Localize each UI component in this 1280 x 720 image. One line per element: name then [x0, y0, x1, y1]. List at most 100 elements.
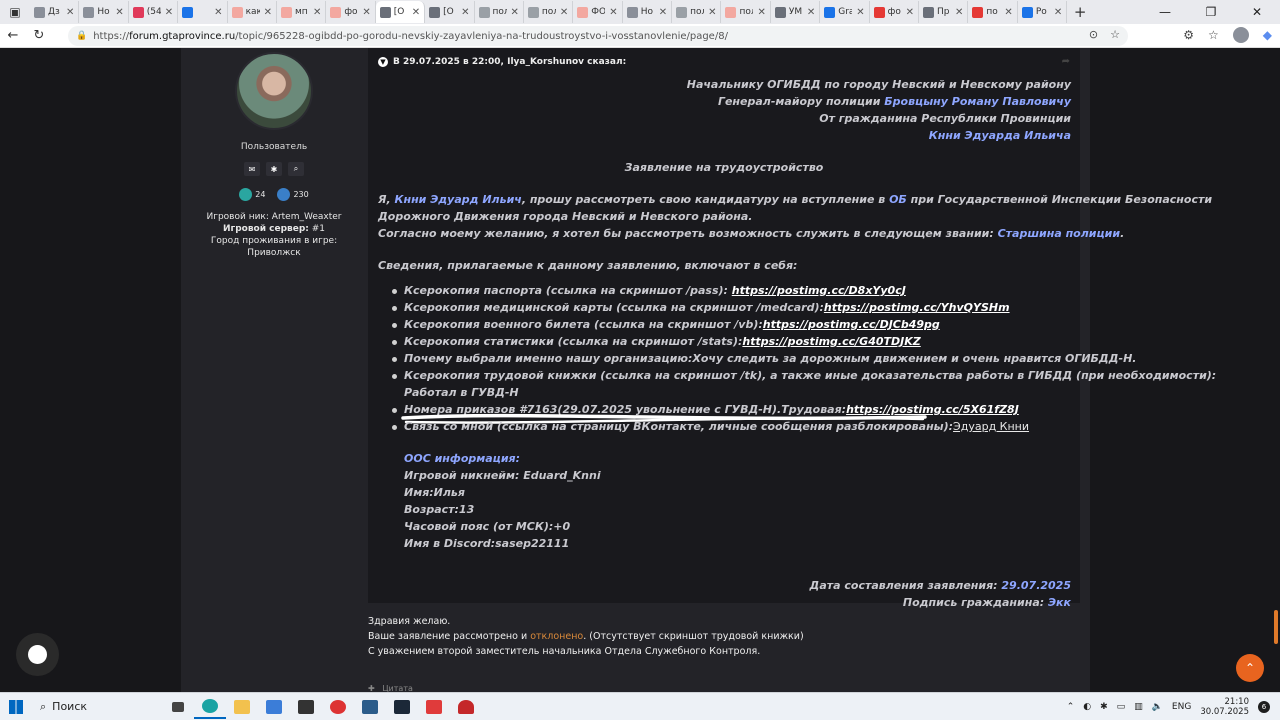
scrollbar-thumb[interactable]	[1274, 610, 1278, 644]
contact-link[interactable]: Эдуард Кнни	[953, 420, 1029, 433]
tab-close-icon[interactable]: ✕	[264, 7, 272, 18]
tab-close-icon[interactable]: ✕	[214, 7, 222, 18]
tab-close-icon[interactable]: ✕	[708, 7, 716, 18]
browser-tab[interactable]: пол ✕	[524, 1, 574, 23]
avatar[interactable]	[235, 52, 313, 130]
tab-close-icon[interactable]: ✕	[412, 7, 420, 18]
tab-close-icon[interactable]: ✕	[609, 7, 617, 18]
search-icon[interactable]: ⌕	[288, 162, 304, 176]
tab-close-icon[interactable]: ✕	[1004, 7, 1012, 18]
browser-tab[interactable]: Но ✕	[623, 1, 673, 23]
tab-close-icon[interactable]: ✕	[362, 7, 370, 18]
quote-button[interactable]: ✚ Цитата	[368, 684, 413, 692]
browser-tab[interactable]: по ✕	[968, 1, 1018, 23]
browser-tab[interactable]: Дз ✕	[30, 1, 80, 23]
back-icon[interactable]: ←	[0, 28, 26, 43]
tab-close-icon[interactable]: ✕	[757, 7, 765, 18]
tab-title: пол	[690, 7, 704, 17]
battery-icon[interactable]: ▭	[1117, 702, 1126, 712]
profile-avatar[interactable]	[1232, 27, 1249, 43]
doc-item-link[interactable]: https://postimg.cc/G40TDJKZ	[742, 335, 920, 348]
chevron-up-icon[interactable]: ⌃	[1067, 702, 1075, 712]
volume-icon[interactable]: 🔈	[1152, 702, 1163, 712]
tab-close-icon[interactable]: ✕	[115, 7, 123, 18]
address-bar[interactable]: 🔒 https://forum.gtaprovince.ru/topic/965…	[68, 26, 1128, 46]
tab-close-icon[interactable]: ✕	[66, 7, 74, 18]
chat-icon	[28, 645, 47, 664]
browser-tab[interactable]: фо ✕	[870, 1, 920, 23]
notification-badge[interactable]: 6	[1258, 701, 1270, 713]
browser-tab[interactable]: Пр ✕	[919, 1, 969, 23]
quote-header: ▼ В 29.07.2025 в 22:00, Ilya_Korshunov с…	[378, 57, 626, 67]
task-view-icon[interactable]	[162, 695, 194, 719]
store-icon[interactable]	[258, 695, 290, 719]
new-tab-button[interactable]: +	[1067, 3, 1093, 21]
tab-close-icon[interactable]: ✕	[461, 7, 469, 18]
browser-tab[interactable]: Ро ✕	[1018, 1, 1068, 23]
reader-icon[interactable]: ⊙	[1089, 28, 1098, 41]
extensions-icon[interactable]: ⚙	[1183, 28, 1194, 42]
browser-tab[interactable]: как ✕	[228, 1, 277, 23]
tab-actions-icon[interactable]: ▣	[0, 0, 30, 24]
minimize-icon[interactable]: —	[1142, 0, 1188, 24]
app-icon[interactable]	[354, 695, 386, 719]
start-button[interactable]	[0, 699, 32, 714]
browser-tab[interactable]: ФО ✕	[573, 1, 623, 23]
clock[interactable]: 21:10 30.07.2025	[1200, 697, 1249, 717]
browser-tab[interactable]: УМ ✕	[771, 1, 821, 23]
favorite-star-icon[interactable]: ☆	[1110, 28, 1120, 41]
copilot-icon[interactable]: ◆	[1263, 28, 1272, 42]
reload-icon[interactable]: ↻	[26, 28, 52, 43]
edge-icon[interactable]	[194, 695, 226, 719]
server-value: #1	[311, 224, 326, 234]
maximize-icon[interactable]: ❐	[1188, 0, 1234, 24]
browser-tab[interactable]: [О ✕	[375, 1, 426, 23]
browser-tab[interactable]: пол ✕	[672, 1, 722, 23]
tray-app-icon[interactable]: ◐	[1083, 702, 1091, 712]
game-launcher-icon[interactable]	[450, 695, 482, 719]
bluetooth-icon[interactable]: ✱	[1100, 702, 1108, 712]
message-icon[interactable]: ✉	[244, 162, 260, 176]
tab-close-icon[interactable]: ✕	[511, 7, 519, 18]
mail-icon[interactable]	[290, 695, 322, 719]
doc-item-link[interactable]: https://postimg.cc/YhvQYSHm	[824, 301, 1010, 314]
doc-item-link[interactable]: https://postimg.cc/D8xYy0cJ	[732, 284, 906, 297]
settings-icon[interactable]: ✱	[266, 162, 282, 176]
browser-tab[interactable]: [О ✕	[425, 1, 475, 23]
explorer-icon[interactable]	[226, 695, 258, 719]
browser-tab[interactable]: фо ✕	[326, 1, 376, 23]
tab-close-icon[interactable]: ✕	[165, 7, 173, 18]
browser-tab[interactable]: пол ✕	[721, 1, 771, 23]
tab-close-icon[interactable]: ✕	[856, 7, 864, 18]
language-indicator[interactable]: ENG	[1172, 702, 1191, 712]
share-icon[interactable]: ➦	[1062, 56, 1070, 67]
steam-icon[interactable]	[386, 695, 418, 719]
doc-item-link[interactable]: https://postimg.cc/DJCb49pg	[763, 318, 940, 331]
tab-close-icon[interactable]: ✕	[313, 7, 321, 18]
browser-tab[interactable]: Gra ✕	[820, 1, 870, 23]
tab-close-icon[interactable]: ✕	[1054, 7, 1062, 18]
tab-close-icon[interactable]: ✕	[906, 7, 914, 18]
tab-close-icon[interactable]: ✕	[560, 7, 568, 18]
network-icon[interactable]: ▥	[1134, 702, 1143, 712]
browser-tab[interactable]: пол ✕	[475, 1, 524, 23]
browser-tab[interactable]: ✕	[178, 1, 228, 23]
opera-icon[interactable]	[322, 695, 354, 719]
taskbar-search[interactable]: ⌕ Поиск	[32, 695, 162, 719]
browser-tab[interactable]: (54 ✕	[129, 1, 179, 23]
browser-tab[interactable]: мп ✕	[277, 1, 327, 23]
close-icon[interactable]: ✕	[1234, 0, 1280, 24]
collections-icon[interactable]: ☆	[1208, 28, 1219, 42]
chat-widget-button[interactable]	[16, 633, 59, 676]
addressee-name: Бровцыну Роману Павловичу	[884, 95, 1071, 108]
tab-close-icon[interactable]: ✕	[807, 7, 815, 18]
tab-favicon-icon	[725, 6, 737, 18]
tab-title: ФО	[591, 7, 606, 17]
chevron-down-icon[interactable]: ▼	[378, 57, 388, 67]
tab-close-icon[interactable]: ✕	[955, 7, 963, 18]
game-icon[interactable]	[418, 695, 450, 719]
browser-tab[interactable]: Но ✕	[79, 1, 129, 23]
scroll-to-top-button[interactable]: ⌃	[1236, 654, 1264, 682]
work-item: Ксерокопия трудовой книжки (ссылка на ск…	[404, 369, 1217, 382]
tab-close-icon[interactable]: ✕	[659, 7, 667, 18]
